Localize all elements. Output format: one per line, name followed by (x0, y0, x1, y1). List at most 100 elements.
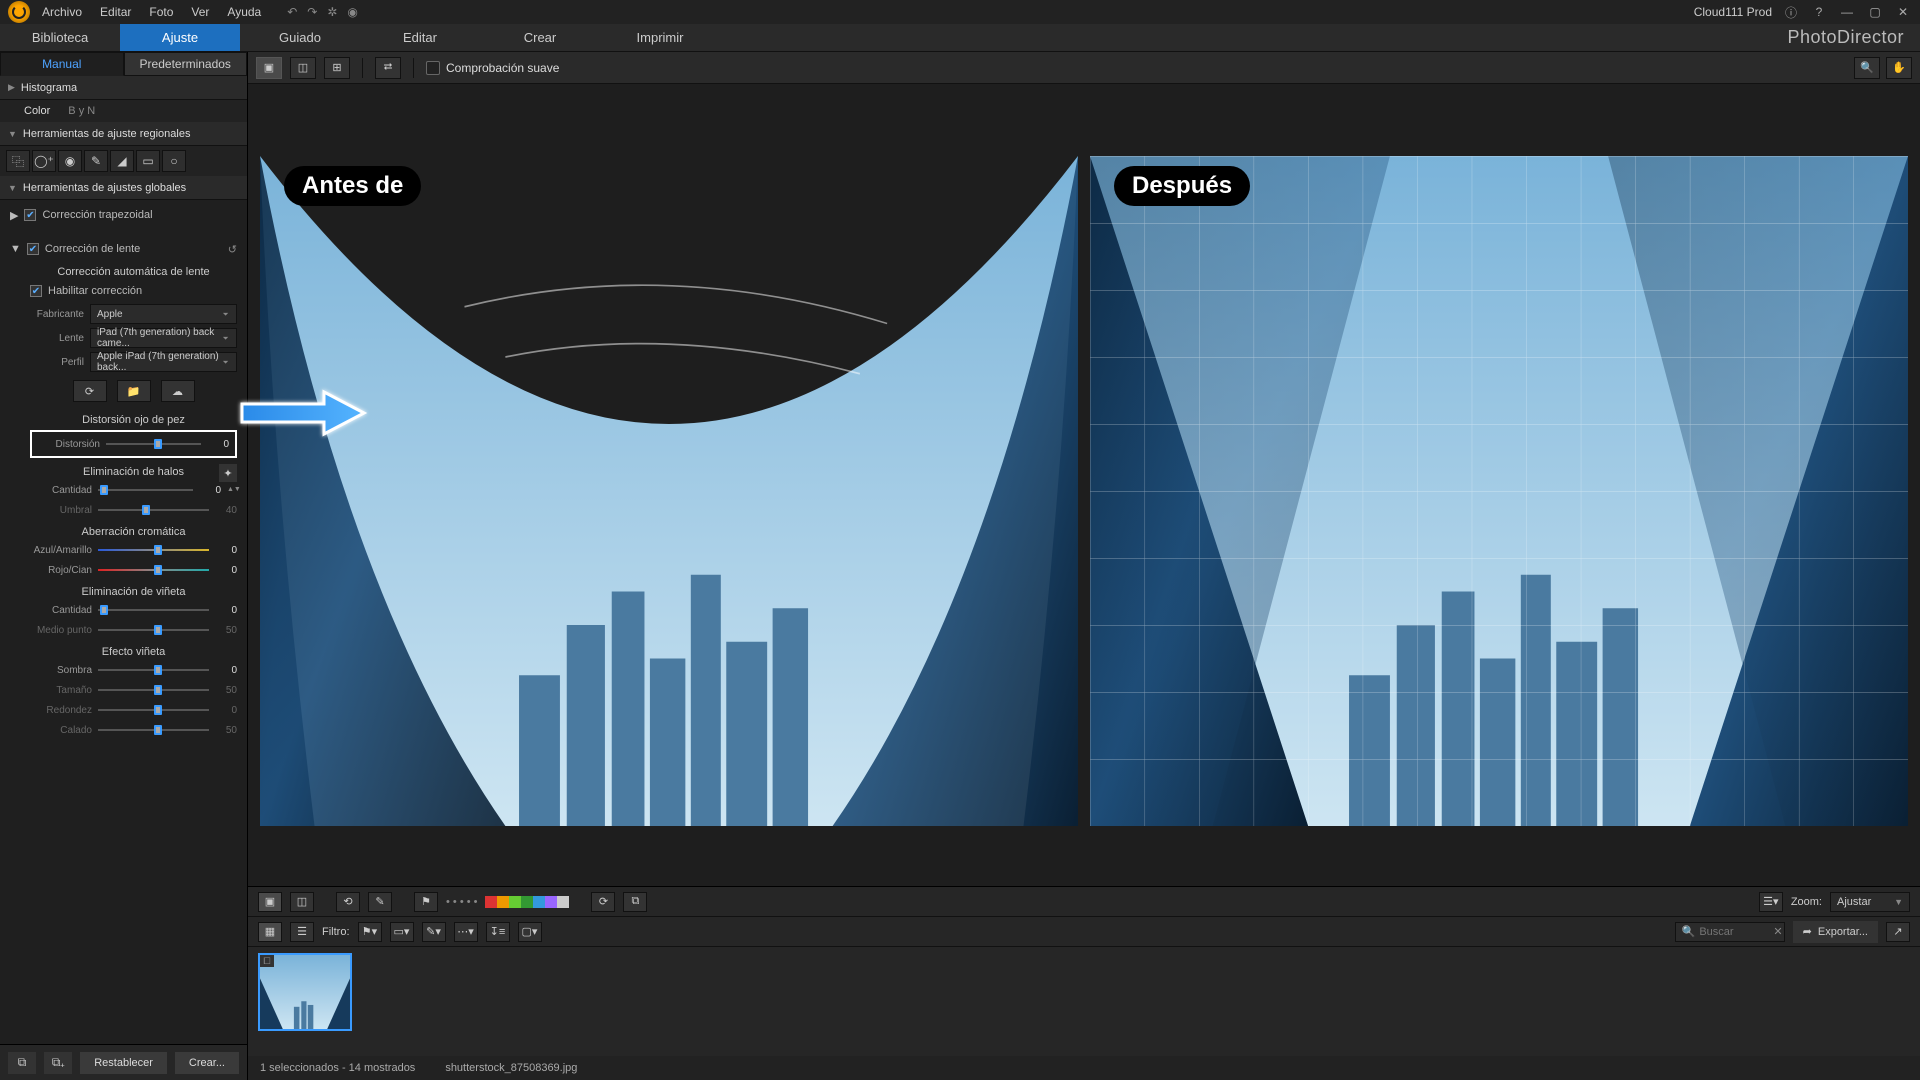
section-global[interactable]: ▼Herramientas de ajustes globales (0, 176, 247, 200)
tab-manual[interactable]: Manual (0, 52, 124, 76)
module-create[interactable]: Crear (480, 24, 600, 51)
settings-icon[interactable]: ✲ (327, 5, 337, 19)
reset-icon[interactable]: ↺ (228, 243, 237, 256)
filter-stack-icon[interactable]: ▢▾ (518, 922, 542, 942)
fringe-stepper[interactable]: ▲▼ (227, 487, 237, 493)
color-labels[interactable] (485, 896, 569, 908)
module-adjust[interactable]: Ajuste (120, 24, 240, 51)
help-icon[interactable]: ? (1810, 5, 1828, 19)
copy-settings-icon[interactable]: ⧉ (8, 1052, 36, 1074)
menu-photo[interactable]: Foto (149, 5, 173, 19)
distortion-slider[interactable] (106, 437, 201, 451)
module-library[interactable]: Biblioteca (0, 24, 120, 51)
search-box[interactable]: 🔍✕ (1675, 922, 1785, 942)
brush-tool-icon[interactable]: ✎ (84, 150, 108, 172)
before-pane[interactable]: Antes de (260, 156, 1078, 826)
create-preset-button[interactable]: Crear... (175, 1052, 239, 1074)
menu-edit[interactable]: Editar (100, 5, 131, 19)
undo-icon[interactable]: ↶ (287, 5, 297, 19)
lens-enable[interactable]: ✔Habilitar corrección (30, 280, 237, 302)
lens-dropdown[interactable]: iPad (7th generation) back came...▼ (90, 328, 237, 348)
zoom-dropdown[interactable]: Ajustar▼ (1830, 892, 1910, 912)
paste-settings-icon[interactable]: ⧉₊ (44, 1052, 72, 1074)
redeye-tool-icon[interactable]: ◉ (58, 150, 82, 172)
secondary-display-icon[interactable]: ⮂ (375, 57, 401, 79)
menu-view[interactable]: Ver (191, 5, 209, 19)
rect-tool-icon[interactable]: ▭ (136, 150, 160, 172)
strip-view2-icon[interactable]: ◫ (290, 892, 314, 912)
tab-presets[interactable]: Predeterminados (124, 52, 248, 76)
zoom-tool-icon[interactable]: 🔍 (1854, 57, 1880, 79)
module-edit[interactable]: Editar (360, 24, 480, 51)
thumb-badge-icon: ⧠ (260, 955, 274, 967)
hand-tool-icon[interactable]: ✋ (1886, 57, 1912, 79)
chroma-rc-slider[interactable] (98, 563, 209, 577)
maximize-icon[interactable]: ▢ (1866, 5, 1884, 19)
histo-color[interactable]: Color (24, 105, 50, 117)
grad-tool-icon[interactable]: ◢ (110, 150, 134, 172)
menu-file[interactable]: Archivo (42, 5, 82, 19)
module-guided[interactable]: Guiado (240, 24, 360, 51)
export-button[interactable]: ➦ Exportar... (1793, 921, 1878, 943)
brand-label: PhotoDirector (1787, 24, 1920, 51)
fringe-thresh-slider[interactable] (98, 503, 209, 517)
vig-sh-value: 0 (215, 665, 237, 676)
minimize-icon[interactable]: — (1838, 5, 1856, 19)
strip-view1-icon[interactable]: ▣ (258, 892, 282, 912)
section-regional[interactable]: ▼Herramientas de ajuste regionales (0, 122, 247, 146)
view-grid-icon[interactable]: ⊞ (324, 57, 350, 79)
sort-icon[interactable]: ☰▾ (1759, 892, 1783, 912)
search-input[interactable] (1699, 926, 1769, 938)
flag-icon[interactable]: ⚑ (414, 892, 438, 912)
compare-icon[interactable]: ⧉ (623, 892, 647, 912)
section-histogram[interactable]: ▶Histograma (0, 76, 247, 100)
redo-icon[interactable]: ↷ (307, 5, 317, 19)
clear-search-icon[interactable]: ✕ (1773, 925, 1782, 938)
fringe-amount-slider[interactable] (98, 483, 193, 497)
vig-ft-slider[interactable] (98, 723, 209, 737)
global-scroll[interactable]: ▶✔Corrección trapezoidal ▼✔Corrección de… (0, 200, 247, 1044)
filter-flag-icon[interactable]: ⚑▾ (358, 922, 382, 942)
list-view-icon[interactable]: ☰ (290, 922, 314, 942)
left-panel: Manual Predeterminados ▶Histograma Color… (0, 52, 248, 1080)
refresh-icon[interactable]: ⟳ (591, 892, 615, 912)
lens-toggle[interactable]: ▼✔Corrección de lente ↺ (10, 238, 237, 260)
chroma-by-slider[interactable] (98, 543, 209, 557)
trapezoid-toggle[interactable]: ▶✔Corrección trapezoidal (10, 204, 237, 226)
user-label[interactable]: Cloud111 Prod (1694, 5, 1772, 19)
radial-tool-icon[interactable]: ○ (162, 150, 186, 172)
vig-rd-slider[interactable] (98, 703, 209, 717)
lens-download-icon[interactable]: ☁ (161, 380, 195, 402)
thumbs-view-icon[interactable]: ▦ (258, 922, 282, 942)
close-icon[interactable]: ✕ (1894, 5, 1912, 19)
spot-tool-icon[interactable]: ◯⁺ (32, 150, 56, 172)
profile-dropdown[interactable]: Apple iPad (7th generation) back...▼ (90, 352, 237, 372)
lens-reload-icon[interactable]: ⟳ (73, 380, 107, 402)
vig-sz-slider[interactable] (98, 683, 209, 697)
maker-dropdown[interactable]: Apple▼ (90, 304, 237, 324)
view-single-icon[interactable]: ▣ (256, 57, 282, 79)
filter-sort-icon[interactable]: ↧≡ (486, 922, 510, 942)
after-pane[interactable]: Después (1090, 156, 1908, 826)
soft-proof-toggle[interactable]: Comprobación suave (426, 61, 559, 75)
crop-tool-icon[interactable]: ⿻ (6, 150, 30, 172)
lens-import-icon[interactable]: 📁 (117, 380, 151, 402)
rotate-left-icon[interactable]: ⟲ (336, 892, 360, 912)
share-icon[interactable]: ↗ (1886, 922, 1910, 942)
rotate-right-icon[interactable]: ✎ (368, 892, 392, 912)
module-print[interactable]: Imprimir (600, 24, 720, 51)
vig-rem-amt-slider[interactable] (98, 603, 209, 617)
view-split-icon[interactable]: ◫ (290, 57, 316, 79)
pin-icon[interactable]: ✦ (219, 464, 237, 482)
cloud-icon[interactable]: ◉ (347, 5, 357, 19)
filter-more-icon[interactable]: ⋯▾ (454, 922, 478, 942)
menu-help[interactable]: Ayuda (227, 5, 261, 19)
filter-label-icon[interactable]: ▭▾ (390, 922, 414, 942)
vig-sh-slider[interactable] (98, 663, 209, 677)
histo-bw[interactable]: B y N (68, 105, 95, 117)
reset-button[interactable]: Restablecer (80, 1052, 167, 1074)
user-icon[interactable]: ⓘ (1782, 4, 1800, 21)
vig-rem-mid-slider[interactable] (98, 623, 209, 637)
thumbnail[interactable]: ⧠ (258, 953, 352, 1031)
filter-edit-icon[interactable]: ✎▾ (422, 922, 446, 942)
